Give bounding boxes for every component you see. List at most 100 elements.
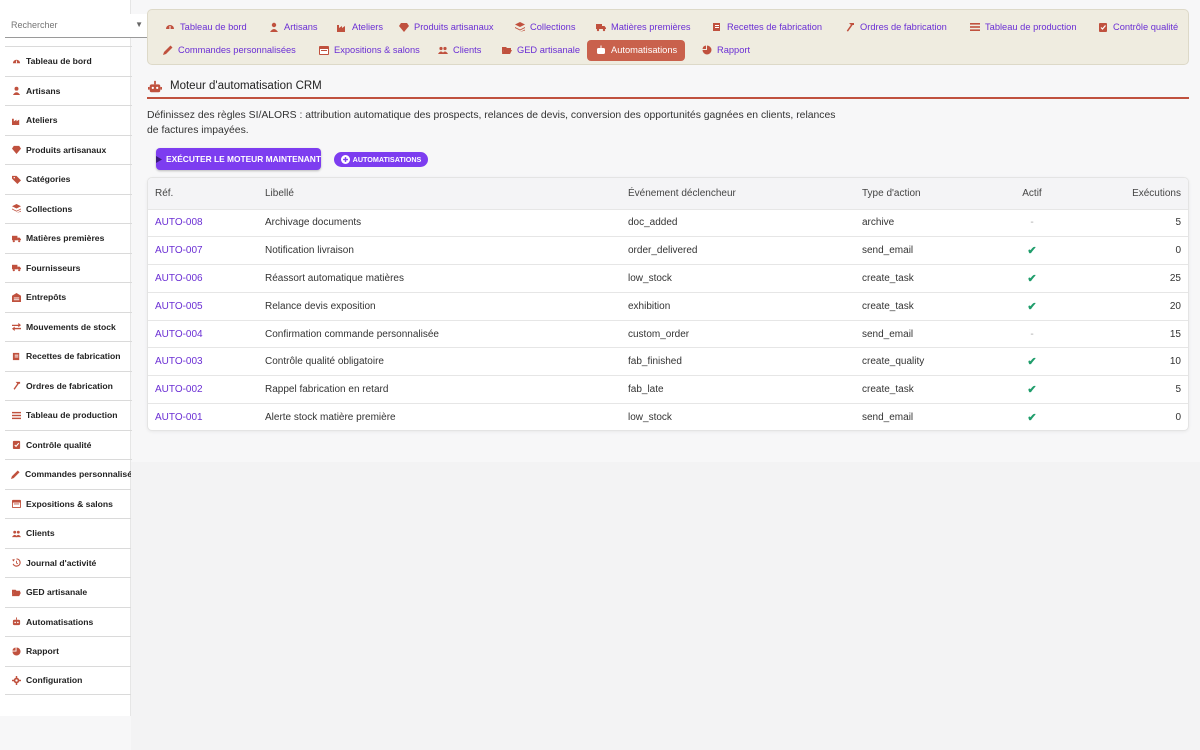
tab-collections[interactable]: Collections bbox=[506, 16, 583, 37]
scroll-icon bbox=[711, 21, 722, 32]
automation-ref-link[interactable]: AUTO-006 bbox=[155, 273, 203, 284]
sidebar-item-ateliers[interactable]: Ateliers bbox=[5, 105, 132, 135]
event-cell: low_stock bbox=[628, 272, 672, 284]
sidebar-item-tableau-de-bord[interactable]: Tableau de bord bbox=[5, 46, 132, 76]
tab-produits-artisanaux[interactable]: Produits artisanaux bbox=[390, 16, 502, 37]
table-row[interactable]: AUTO-008 Archivage documents doc_added arch… bbox=[148, 209, 1188, 237]
tab-label: Clients bbox=[453, 45, 482, 55]
table-row[interactable]: AUTO-002 Rappel fabrication en retard fab_… bbox=[148, 375, 1188, 404]
tab-ateliers[interactable]: Ateliers bbox=[328, 16, 391, 37]
truck-icon bbox=[11, 233, 21, 243]
sidebar-item-label: Journal d'activité bbox=[26, 557, 97, 568]
tab-controle-qualite[interactable]: Contrôle qualité bbox=[1089, 16, 1186, 37]
column-header-active[interactable]: Actif bbox=[992, 178, 1072, 209]
automation-ref-link[interactable]: AUTO-001 bbox=[155, 412, 203, 423]
sidebar-item-tableau-de-production[interactable]: Tableau de production bbox=[5, 400, 132, 430]
chevron-down-icon[interactable]: ▼ bbox=[135, 20, 143, 29]
tab-rapport[interactable]: Rapport bbox=[693, 40, 758, 61]
event-cell: low_stock bbox=[628, 412, 672, 424]
sidebar-item-produits-artisanaux[interactable]: Produits artisanaux bbox=[5, 134, 132, 165]
tab-label: Contrôle qualité bbox=[1113, 21, 1179, 32]
tab-ged-artisanale[interactable]: GED artisanale bbox=[493, 40, 588, 61]
hammer-icon bbox=[844, 21, 855, 32]
gem-icon bbox=[398, 21, 409, 32]
sidebar-item-journal-d-activite[interactable]: Journal d'activité bbox=[5, 547, 132, 578]
table-row[interactable]: AUTO-006 Réassort automatique matières low… bbox=[148, 264, 1188, 293]
table-row[interactable]: AUTO-003 Contrôle qualité obligatoire fab_… bbox=[148, 347, 1188, 376]
dashboard-icon bbox=[164, 21, 175, 32]
column-header-label[interactable]: Libellé bbox=[265, 178, 628, 209]
active-cell: - bbox=[992, 320, 1072, 348]
automation-ref-link[interactable]: AUTO-004 bbox=[155, 329, 203, 340]
action-cell: create_task bbox=[862, 384, 914, 396]
sidebar-item-categories[interactable]: Catégories bbox=[5, 164, 132, 194]
event-cell: order_delivered bbox=[628, 245, 698, 257]
column-header-ref[interactable]: Réf. bbox=[148, 178, 265, 209]
tab-tableau-de-bord[interactable]: Tableau de bord bbox=[156, 16, 255, 37]
tab-tableau-de-production[interactable]: Tableau de production bbox=[961, 16, 1085, 37]
sidebar-item-entrepots[interactable]: Entrepôts bbox=[5, 282, 132, 312]
sidebar-item-expositions-salons[interactable]: Expositions & salons bbox=[5, 488, 132, 519]
sidebar-item-label: Entrepôts bbox=[26, 292, 67, 303]
sidebar-item-collections[interactable]: Collections bbox=[5, 193, 132, 224]
tab-ordres-de-fabrication[interactable]: Ordres de fabrication bbox=[836, 16, 955, 37]
tab-expositions-salons[interactable]: Expositions & salons bbox=[310, 40, 428, 61]
table-row[interactable]: AUTO-004 Confirmation commande personnali… bbox=[148, 320, 1188, 348]
automation-ref-link[interactable]: AUTO-002 bbox=[155, 384, 203, 395]
pencil-icon bbox=[11, 469, 20, 479]
sidebar-item-matieres-premieres[interactable]: Matières premières bbox=[5, 223, 132, 253]
table-row[interactable]: AUTO-005 Relance devis exposition exhibiti… bbox=[148, 292, 1188, 320]
users-icon bbox=[11, 528, 21, 538]
event-cell: doc_added bbox=[628, 217, 678, 229]
sidebar-item-fournisseurs[interactable]: Fournisseurs bbox=[5, 252, 132, 283]
cog-icon bbox=[11, 675, 21, 685]
sidebar: ▼ Tableau de bord Artisans Ateliers Produit… bbox=[0, 0, 147, 716]
column-header-event[interactable]: Événement déclencheur bbox=[628, 178, 862, 209]
sidebar-item-controle-qualite[interactable]: Contrôle qualité bbox=[5, 429, 132, 460]
tab-automatisations[interactable]: Automatisations bbox=[587, 39, 686, 61]
automations-button[interactable]: AUTOMATISATIONS bbox=[334, 152, 428, 167]
automation-ref-link[interactable]: AUTO-008 bbox=[155, 217, 203, 228]
tab-clients[interactable]: Clients bbox=[429, 40, 489, 61]
sidebar-item-commandes-personnalisees[interactable]: Commandes personnalisées bbox=[5, 459, 142, 489]
tab-recettes-de-fabrication[interactable]: Recettes de fabrication bbox=[703, 16, 830, 37]
check-icon: ✔ bbox=[1027, 300, 1037, 313]
action-cell: send_email bbox=[862, 245, 914, 257]
search-box[interactable]: ▼ bbox=[5, 14, 147, 38]
sidebar-item-ged-artisanale[interactable]: GED artisanale bbox=[5, 577, 132, 607]
table-row[interactable]: AUTO-001 Alerte stock matière première low… bbox=[148, 403, 1188, 430]
label-cell: Réassort automatique matières bbox=[265, 272, 404, 284]
tab-matieres-premieres[interactable]: Matières premières bbox=[587, 16, 699, 37]
active-cell: ✔ bbox=[992, 348, 1072, 376]
sidebar-item-mouvements-de-stock[interactable]: Mouvements de stock bbox=[5, 311, 132, 342]
table-row[interactable]: AUTO-007 Notification livraison order_deli… bbox=[148, 236, 1188, 265]
sidebar-item-rapport[interactable]: Rapport bbox=[5, 636, 132, 666]
label-cell: Alerte stock matière première bbox=[265, 412, 396, 424]
sidebar-item-clients[interactable]: Clients bbox=[5, 518, 132, 548]
column-header-executions[interactable]: Exécutions bbox=[1072, 178, 1188, 209]
search-input[interactable] bbox=[5, 14, 125, 36]
tab-commandes-personnalisees[interactable]: Commandes personnalisées bbox=[154, 40, 304, 61]
sidebar-item-recettes-de-fabrication[interactable]: Recettes de fabrication bbox=[5, 341, 132, 371]
automation-ref-link[interactable]: AUTO-003 bbox=[155, 356, 203, 367]
automation-ref-link[interactable]: AUTO-007 bbox=[155, 245, 203, 256]
sidebar-item-label: Mouvements de stock bbox=[26, 321, 116, 332]
sidebar-item-artisans[interactable]: Artisans bbox=[5, 75, 132, 106]
sidebar-item-label: Clients bbox=[26, 528, 55, 539]
active-cell: ✔ bbox=[992, 237, 1072, 265]
automation-ref-link[interactable]: AUTO-005 bbox=[155, 301, 203, 312]
sidebar-item-ordres-de-fabrication[interactable]: Ordres de fabrication bbox=[5, 370, 132, 401]
sidebar-item-label: Artisans bbox=[26, 85, 61, 96]
tab-artisans[interactable]: Artisans bbox=[260, 16, 326, 37]
sidebar-item-automatisations[interactable]: Automatisations bbox=[5, 606, 132, 637]
sidebar-item-label: Automatisations bbox=[26, 616, 94, 627]
sidebar-item-label: Catégories bbox=[26, 174, 71, 185]
tab-label: Ateliers bbox=[352, 21, 384, 32]
inactive-dash: - bbox=[1030, 217, 1034, 229]
executions-cell: 5 bbox=[1175, 217, 1181, 229]
executions-cell: 0 bbox=[1175, 412, 1181, 424]
sidebar-item-configuration[interactable]: Configuration bbox=[5, 665, 132, 695]
run-engine-button[interactable]: EXÉCUTER LE MOTEUR MAINTENANT bbox=[156, 148, 321, 170]
sidebar-item-label: Produits artisanaux bbox=[26, 144, 107, 155]
column-header-action[interactable]: Type d'action bbox=[862, 178, 992, 209]
